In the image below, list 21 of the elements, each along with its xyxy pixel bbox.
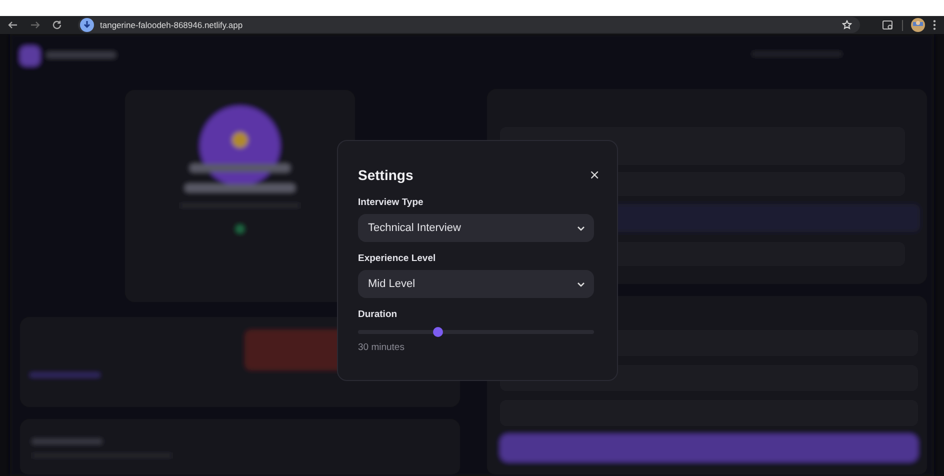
menu-icon[interactable] xyxy=(933,20,936,30)
select-field[interactable]: Mid Level xyxy=(358,270,594,298)
duration-value: 30 minutes xyxy=(358,342,404,353)
back-icon[interactable] xyxy=(8,20,18,30)
field-label: Interview Type xyxy=(358,197,424,208)
select-field[interactable]: Technical Interview xyxy=(358,214,594,242)
screen-search-icon[interactable] xyxy=(882,20,894,30)
field-label: Experience Level xyxy=(358,253,436,264)
chevron-down-icon xyxy=(577,282,585,286)
forward-icon[interactable] xyxy=(30,20,40,30)
star-icon[interactable] xyxy=(842,20,852,30)
chevron-down-icon xyxy=(577,226,585,230)
site-icon xyxy=(80,18,94,32)
close-button[interactable]: × xyxy=(587,168,602,182)
url-text: tangerine-faloodeh-868946.netlify.app xyxy=(100,20,244,30)
profile-avatar-icon[interactable] xyxy=(911,18,925,32)
field-label: Duration xyxy=(358,309,398,320)
slider-thumb[interactable] xyxy=(433,327,444,337)
reload-icon[interactable] xyxy=(52,20,62,30)
address-bar[interactable]: tangerine-faloodeh-868946.netlify.app xyxy=(78,17,860,33)
dialog-title: Settings xyxy=(358,167,414,183)
